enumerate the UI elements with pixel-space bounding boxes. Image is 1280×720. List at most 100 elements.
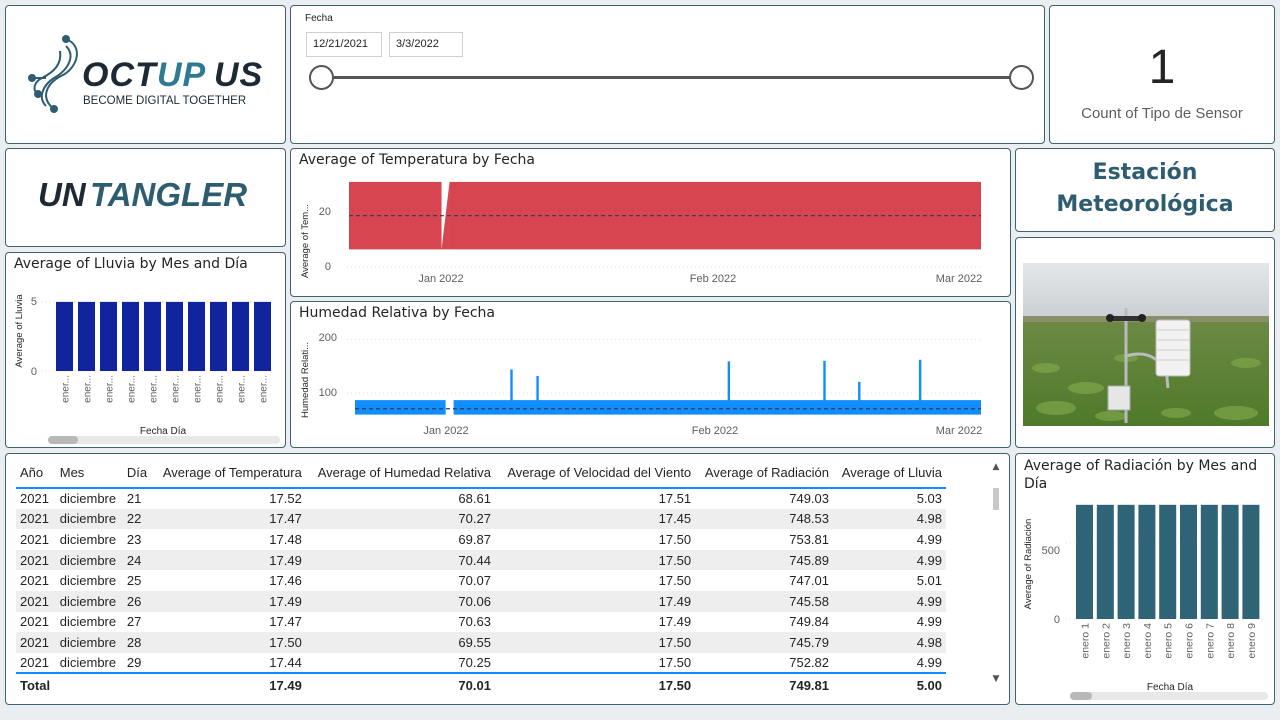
table-cell: 68.61 — [458, 491, 491, 507]
untangler-brand-un: UN — [38, 176, 87, 213]
table-cell: 70.44 — [305, 549, 495, 571]
radiation-x-tick: enero 9 — [1246, 623, 1258, 659]
table-row[interactable]: 2021 diciembre 23 17.48 69.87 17.50 753.81 4.99 — [16, 529, 946, 550]
humidity-chart[interactable]: Humedad Relati... 200 100 Jan 2022 Feb 2… — [291, 302, 1011, 448]
table-cell: 4.99 — [916, 531, 942, 547]
radiation-x-tick: enero 2 — [1100, 623, 1112, 659]
table-cell: 70.25 — [458, 655, 491, 671]
rain-chart[interactable]: Average of Lluvia 5 0 Fecha Día ener... e… — [6, 253, 286, 448]
date-range-end-handle[interactable] — [1009, 65, 1034, 90]
date-slicer-label: Fecha — [305, 13, 333, 24]
radiation-y-axis-label: Average of Radiación — [1023, 519, 1034, 610]
table-cell: 749.81 — [695, 672, 833, 698]
table-row[interactable]: 2021 diciembre 26 17.49 70.06 17.49 745.58 4.99 — [16, 590, 946, 612]
table-cell: 17.49 — [494, 590, 696, 612]
start-date-input[interactable]: 12/21/2021 — [306, 32, 382, 57]
table-cell: 69.55 — [305, 632, 495, 653]
col-header-wind-speed[interactable]: Average of Velocidad del Viento — [494, 458, 696, 489]
radiation-x-tick: enero 7 — [1204, 623, 1216, 659]
table-header-row: Año Mes Día Average of Temperatura Avera… — [16, 458, 946, 489]
date-range-start-handle[interactable] — [309, 65, 334, 90]
table-row[interactable]: 2021 diciembre 28 17.50 69.55 17.50 745.79 4.98 — [16, 632, 946, 653]
end-date-input[interactable]: 3/3/2022 — [389, 32, 463, 57]
table-cell: 4.99 — [833, 590, 946, 612]
rain-bar — [210, 301, 227, 371]
table-cell: diciembre — [59, 655, 117, 671]
radiation-x-tick: enero 8 — [1225, 623, 1237, 659]
rain-x-tick: ener... — [61, 375, 72, 403]
table-cell: 17.48 — [269, 531, 302, 547]
radiation-chart-scroll-thumb[interactable] — [1070, 692, 1092, 700]
table-cell: 2021 — [20, 655, 49, 671]
table-row[interactable]: 2021 diciembre 24 17.49 70.44 17.50 745.89 4.99 — [16, 549, 946, 571]
humidity-x-tick: Mar 2022 — [936, 425, 982, 437]
scroll-up-icon[interactable]: ▲ — [991, 462, 1001, 472]
table-cell — [55, 672, 123, 698]
table-cell: 29 — [126, 655, 142, 671]
col-header-radiation[interactable]: Average of Radiación — [695, 458, 833, 489]
scroll-down-icon[interactable]: ▼ — [991, 674, 1001, 684]
table-cell: 23 — [126, 531, 142, 547]
radiation-chart-scrollbar[interactable] — [1070, 692, 1268, 700]
table-cell: 70.06 — [305, 590, 495, 612]
radiation-bar — [1221, 504, 1239, 619]
table-cell: 2021 — [20, 573, 49, 589]
radiation-x-tick: enero 3 — [1121, 623, 1133, 659]
table-cell: 747.01 — [789, 573, 829, 589]
col-header-month[interactable]: Mes — [55, 458, 123, 489]
col-header-year[interactable]: Año — [16, 458, 56, 489]
col-header-humidity[interactable]: Average of Humedad Relativa — [305, 458, 495, 489]
data-table-card: Año Mes Día Average of Temperatura Avera… — [5, 453, 1010, 705]
humidity-spike — [858, 381, 861, 402]
table-row[interactable]: 2021 diciembre 21 17.52 68.61 17.51 749.03 5.03 — [16, 488, 946, 509]
table-cell: 27 — [126, 614, 142, 630]
weather-data-table: Año Mes Día Average of Temperatura Avera… — [16, 458, 946, 698]
humidity-series-band — [453, 400, 981, 415]
radiation-bar — [1096, 504, 1114, 619]
octupus-brand-text-u: UP — [157, 56, 206, 94]
col-header-temperature[interactable]: Average of Temperatura — [152, 458, 306, 489]
table-cell: 17.47 — [269, 614, 302, 630]
rain-bar — [188, 301, 205, 371]
table-row[interactable]: 2021 diciembre 22 17.47 70.27 17.45 748.53 4.98 — [16, 508, 946, 530]
date-range-slider-track[interactable] — [321, 76, 1020, 79]
table-cell: 17.47 — [152, 508, 306, 530]
table-total-row[interactable]: Total 17.49 70.01 17.50 749.81 5.00 — [16, 672, 946, 698]
radiation-chart-title-line2: Día — [1024, 476, 1048, 492]
table-row[interactable]: 2021 diciembre 27 17.47 70.63 17.49 749.84 4.99 — [16, 612, 946, 633]
col-header-day[interactable]: Día — [122, 458, 153, 489]
table-row[interactable]: 2021 diciembre 29 17.44 70.25 17.50 752.82 4.99 — [16, 653, 946, 674]
rain-bar — [56, 301, 73, 371]
table-cell: 4.99 — [833, 549, 946, 571]
rain-x-tick: ener... — [105, 375, 116, 403]
radiation-chart-title-line1: Average of Radiación by Mes and — [1024, 458, 1258, 474]
table-row[interactable]: 2021 diciembre 25 17.46 70.07 17.50 747.01 5.01 — [16, 570, 946, 591]
table-cell: 17.49 — [152, 549, 306, 571]
table-cell: 17.50 — [494, 632, 696, 653]
rain-bar — [144, 301, 161, 371]
temperature-chart[interactable]: Average of Tem... 20 0 Jan 2022 Feb 2022… — [291, 149, 1011, 297]
table-cell: 70.07 — [458, 573, 491, 589]
untangler-logo-card: UN TANGLER — [5, 148, 286, 247]
rain-y-axis-label: Average of Lluvia — [14, 294, 25, 368]
table-cell: diciembre — [59, 491, 117, 507]
radiation-bar — [1159, 504, 1177, 619]
radiation-chart-title: Average of Radiación by Mes and Día — [1024, 457, 1257, 493]
table-scroll-thumb[interactable] — [993, 488, 999, 510]
temperature-chart-card: Average of Temperatura by Fecha Average … — [290, 148, 1011, 297]
station-title-line2: Meteorológica — [1056, 192, 1234, 217]
table-cell: diciembre — [55, 590, 123, 612]
table-vertical-scrollbar[interactable]: ▲ ▼ — [991, 462, 1001, 684]
col-header-rain[interactable]: Average of Lluvia — [833, 458, 946, 489]
radiation-x-tick: enero 1 — [1080, 623, 1092, 659]
rain-y-tick: 0 — [31, 366, 37, 378]
humidity-series-band — [355, 400, 446, 415]
table-cell: 17.45 — [494, 508, 696, 530]
rain-chart-scrollbar[interactable] — [48, 436, 280, 444]
rain-chart-scroll-thumb[interactable] — [48, 436, 78, 444]
table-cell: 24 — [122, 549, 153, 571]
rain-bar — [232, 301, 249, 371]
octupus-logo-card: OCT UP US BECOME DIGITAL TOGETHER — [5, 5, 286, 144]
octupus-brand-text-end: US — [214, 56, 263, 94]
radiation-bar — [1200, 504, 1218, 619]
